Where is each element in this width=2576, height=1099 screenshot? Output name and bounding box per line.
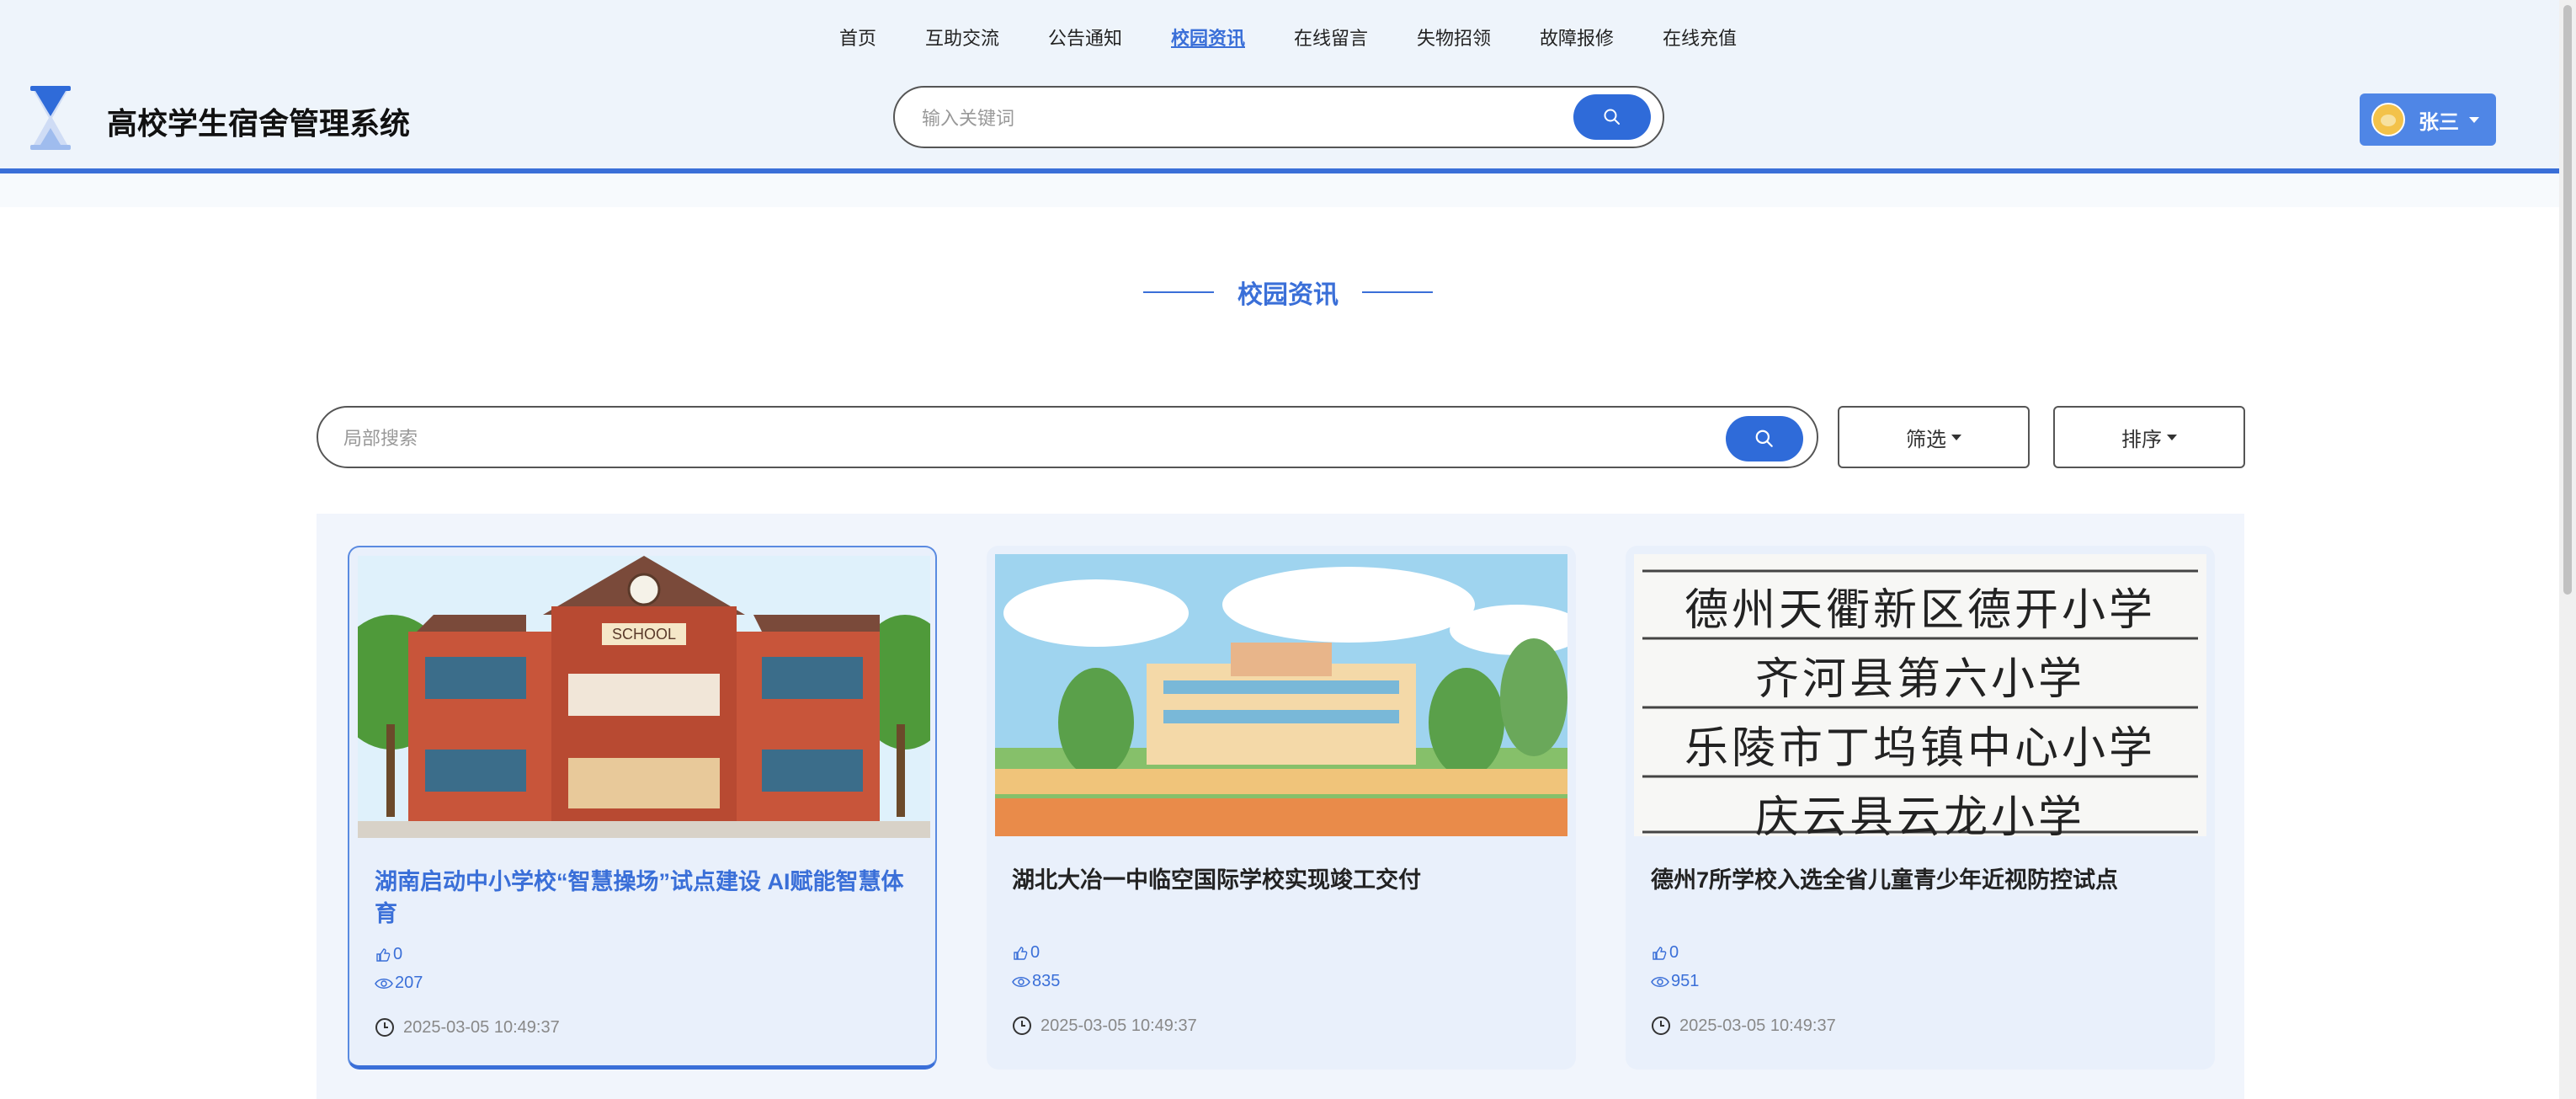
eye-icon	[375, 978, 393, 989]
clock-icon	[1013, 1016, 1031, 1035]
nav-item-exchange[interactable]: 互助交流	[901, 22, 1024, 56]
hourglass-logo-icon[interactable]	[25, 84, 76, 152]
page-title: 校园资讯	[1237, 281, 1339, 309]
news-card-date: 2025-03-05 10:49:37	[1651, 1016, 1836, 1036]
view-count: 951	[1651, 972, 1699, 991]
news-card-title[interactable]: 德州7所学校入选全省儿童青少年近视防控试点	[1651, 864, 2190, 896]
like-count[interactable]: 0	[375, 945, 402, 964]
news-card-image[interactable]: SCHOOL	[358, 556, 930, 838]
clock-icon	[375, 1018, 394, 1037]
news-card[interactable]: SCHOOL 湖南启动中小学校“智慧操场”试点建设 AI赋能智慧体育 0 207…	[348, 546, 937, 1070]
clock-icon	[1652, 1016, 1670, 1035]
news-card-title[interactable]: 湖北大冶一中临空国际学校实现竣工交付	[1012, 864, 1551, 896]
like-count[interactable]: 0	[1012, 943, 1040, 963]
news-card-date: 2025-03-05 10:49:37	[375, 1017, 560, 1038]
title-divider-right	[1362, 291, 1433, 293]
user-menu-button[interactable]: 张三	[2360, 93, 2496, 146]
search-icon	[1604, 109, 1620, 125]
nav-item-messages[interactable]: 在线留言	[1269, 22, 1392, 56]
like-count-value: 0	[393, 945, 403, 963]
image-caption: 乐陵市丁坞镇中心小学	[1684, 723, 2156, 774]
title-divider-left	[1143, 291, 1214, 293]
view-count: 207	[375, 974, 423, 993]
local-search-input[interactable]	[342, 419, 1692, 458]
thumbs-up-icon	[376, 947, 391, 962]
main-nav: 首页 互助交流 公告通知 校园资讯 在线留言 失物招领 故障报修 在线充值	[0, 22, 2576, 56]
image-caption: 齐河县第六小学	[1754, 654, 2085, 705]
image-caption: 德州天衢新区德开小学	[1684, 585, 2156, 636]
chevron-down-icon	[1951, 434, 1961, 440]
like-count-value: 0	[1669, 943, 1679, 962]
news-card-date: 2025-03-05 10:49:37	[1012, 1016, 1197, 1036]
like-count[interactable]: 0	[1651, 943, 1679, 963]
sort-label: 排序	[2121, 428, 2162, 451]
nav-item-notices[interactable]: 公告通知	[1024, 22, 1147, 56]
avatar	[2371, 103, 2405, 136]
filter-dropdown-button[interactable]: 筛选	[1838, 406, 2030, 468]
header-shadow	[0, 173, 2576, 207]
news-card-image[interactable]	[995, 554, 1567, 836]
view-count-value: 951	[1671, 972, 1700, 990]
image-caption: 庆云县云龙小学	[1754, 792, 2085, 836]
thumbs-up-icon	[1014, 946, 1028, 960]
news-card-image[interactable]: 德州天衢新区德开小学 齐河县第六小学 乐陵市丁坞镇中心小学 庆云县云龙小学	[1634, 554, 2206, 836]
user-name: 张三	[2419, 110, 2459, 134]
local-search-button[interactable]	[1726, 416, 1803, 461]
section-heading: 校园资讯	[0, 271, 2576, 313]
search-icon	[1755, 429, 1773, 447]
date-text: 2025-03-05 10:49:37	[1041, 1016, 1197, 1035]
view-count: 835	[1012, 972, 1060, 991]
news-card[interactable]: 湖北大冶一中临空国际学校实现竣工交付 0 835 2025-03-05 10:4…	[987, 546, 1576, 1070]
date-text: 2025-03-05 10:49:37	[1679, 1016, 1836, 1035]
header: 首页 互助交流 公告通知 校园资讯 在线留言 失物招领 故障报修 在线充值 高校…	[0, 0, 2576, 168]
nav-item-repair[interactable]: 故障报修	[1515, 22, 1638, 56]
sort-dropdown-button[interactable]: 排序	[2053, 406, 2245, 468]
chevron-down-icon	[2167, 434, 2177, 440]
scrollbar-thumb[interactable]	[2563, 5, 2572, 595]
thumbs-up-icon	[1653, 946, 1667, 960]
filter-label: 筛选	[1906, 428, 1946, 451]
nav-item-campus-news[interactable]: 校园资讯	[1147, 22, 1269, 56]
nav-item-lost-found[interactable]: 失物招领	[1392, 22, 1515, 56]
svg-text:SCHOOL: SCHOOL	[612, 626, 676, 643]
top-search-button[interactable]	[1573, 94, 1651, 140]
view-count-value: 207	[395, 974, 423, 992]
page-scrollbar[interactable]	[2559, 0, 2576, 1099]
eye-icon	[1012, 976, 1030, 987]
top-search-input[interactable]	[920, 99, 1580, 138]
like-count-value: 0	[1030, 943, 1041, 962]
top-search-bar	[893, 86, 1664, 148]
eye-icon	[1651, 976, 1669, 987]
date-text: 2025-03-05 10:49:37	[403, 1017, 560, 1037]
view-count-value: 835	[1032, 972, 1061, 990]
chevron-down-icon	[2469, 116, 2479, 123]
nav-item-recharge[interactable]: 在线充值	[1638, 22, 1761, 56]
site-title: 高校学生宿舍管理系统	[107, 106, 411, 141]
news-card-title[interactable]: 湖南启动中小学校“智慧操场”试点建设 AI赋能智慧体育	[375, 866, 913, 930]
news-card[interactable]: 德州天衢新区德开小学 齐河县第六小学 乐陵市丁坞镇中心小学 庆云县云龙小学 德州…	[1626, 546, 2215, 1070]
nav-item-home[interactable]: 首页	[815, 22, 901, 56]
local-search-bar	[317, 406, 1818, 468]
